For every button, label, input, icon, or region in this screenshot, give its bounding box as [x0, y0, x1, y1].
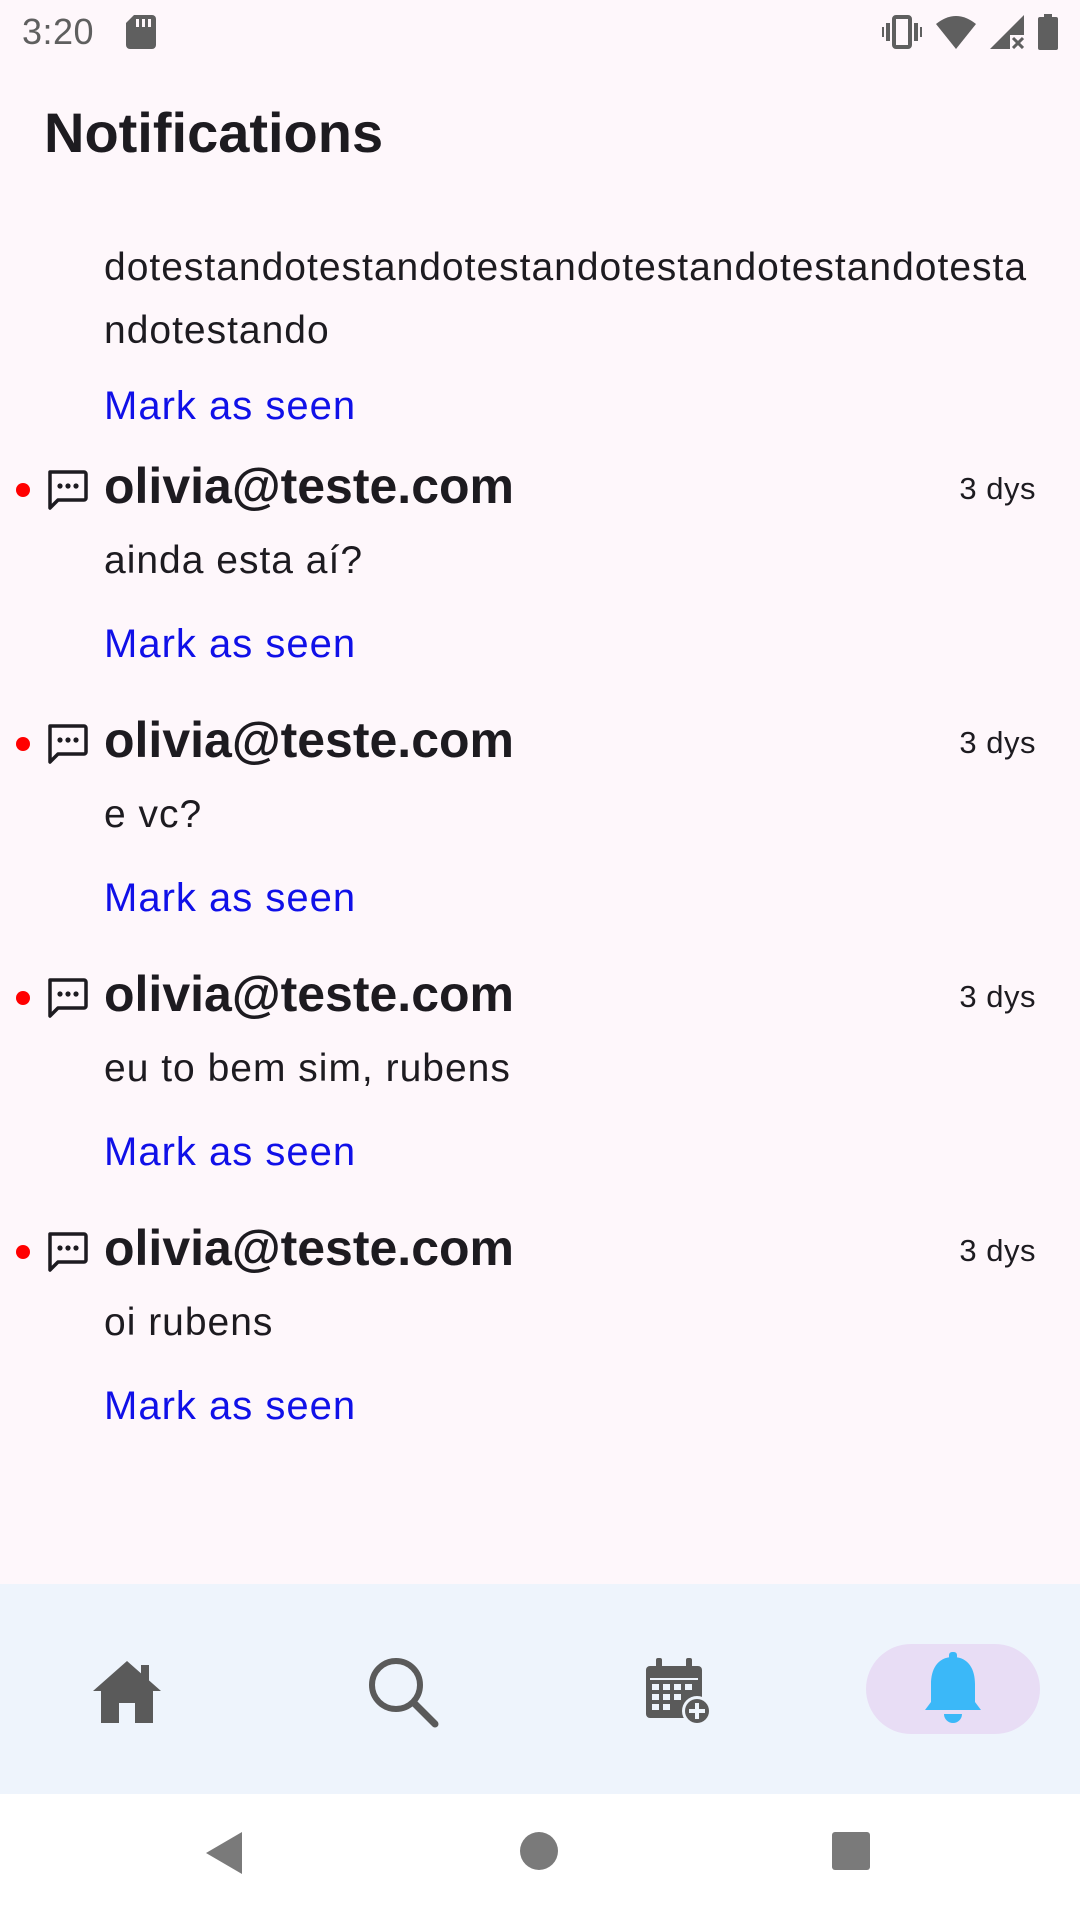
notification-item: olivia@teste.com 3 dys eu to bem sim, ru…: [0, 957, 1080, 1175]
notification-item: olivia@teste.com 3 dys ainda esta aí? Ma…: [0, 449, 1080, 667]
back-icon[interactable]: [204, 1830, 244, 1876]
nav-calendar-button[interactable]: [630, 1644, 726, 1740]
notification-message: e vc?: [104, 793, 203, 836]
status-icons: [882, 14, 1058, 50]
mark-as-seen-button[interactable]: Mark as seen: [104, 1130, 356, 1175]
chat-bubble-icon: [48, 470, 88, 510]
nav-notifications-button[interactable]: [866, 1644, 1040, 1734]
notification-time: 3 dys: [959, 725, 1036, 760]
bottom-navigation: [0, 1584, 1080, 1794]
sd-card-icon: [126, 15, 157, 49]
battery-icon: [1038, 14, 1058, 50]
notification-sender: olivia@teste.com: [104, 1220, 515, 1276]
notification-header: olivia@teste.com 3 dys: [0, 703, 1080, 783]
notification-message: dotestandotestandotestandotestandotestan…: [104, 246, 1028, 352]
recents-icon[interactable]: [830, 1830, 872, 1872]
notification-message: ainda esta aí?: [104, 539, 364, 582]
nav-search-button[interactable]: [355, 1644, 451, 1740]
notification-sender: olivia@teste.com: [104, 712, 515, 768]
calendar-add-icon: [646, 1658, 712, 1726]
notification-item: olivia@teste.com 3 dys e vc? Mark as see…: [0, 703, 1080, 921]
chat-bubble-icon: [48, 1232, 88, 1272]
mark-as-seen-button[interactable]: Mark as seen: [104, 622, 356, 667]
mark-as-seen-button[interactable]: Mark as seen: [104, 876, 356, 921]
notification-message: oi rubens: [104, 1301, 274, 1344]
unread-dot-icon: [16, 1245, 30, 1259]
status-bar: 3:20: [0, 0, 1080, 64]
nav-home-button[interactable]: [79, 1644, 175, 1740]
mark-as-seen-button[interactable]: Mark as seen: [104, 384, 356, 429]
notification-sender: olivia@teste.com: [104, 966, 515, 1022]
home-icon: [93, 1661, 161, 1723]
notification-time: 3 dys: [959, 979, 1036, 1014]
notification-time: 3 dys: [959, 471, 1036, 506]
notification-item: olivia@teste.com 3 dys oi rubens Mark as…: [0, 1211, 1080, 1429]
chat-bubble-icon: [48, 978, 88, 1018]
notification-header: olivia@teste.com 3 dys: [0, 1211, 1080, 1291]
notification-item: dotestandotestandotestandotestandotestan…: [0, 236, 1080, 429]
unread-dot-icon: [16, 483, 30, 497]
notification-sender: olivia@teste.com: [104, 458, 515, 514]
notification-feed[interactable]: dotestandotestandotestandotestandotestan…: [0, 200, 1080, 1584]
notification-header: olivia@teste.com 3 dys: [0, 957, 1080, 1037]
notification-header: olivia@teste.com 3 dys: [0, 449, 1080, 529]
unread-dot-icon: [16, 737, 30, 751]
unread-dot-icon: [16, 991, 30, 1005]
bell-icon: [925, 1652, 981, 1723]
system-navigation-bar: [0, 1794, 1080, 1920]
notification-message: eu to bem sim, rubens: [104, 1047, 511, 1090]
search-icon: [369, 1658, 439, 1728]
signal-no-data-icon: [990, 15, 1024, 49]
page-title: Notifications: [44, 101, 384, 164]
mark-as-seen-button[interactable]: Mark as seen: [104, 1384, 356, 1429]
wifi-icon: [936, 16, 976, 49]
status-time: 3:20: [22, 11, 95, 52]
vibrate-icon: [882, 15, 922, 49]
home-circle-icon[interactable]: [518, 1830, 560, 1872]
chat-bubble-icon: [48, 724, 88, 764]
notification-time: 3 dys: [959, 1233, 1036, 1268]
